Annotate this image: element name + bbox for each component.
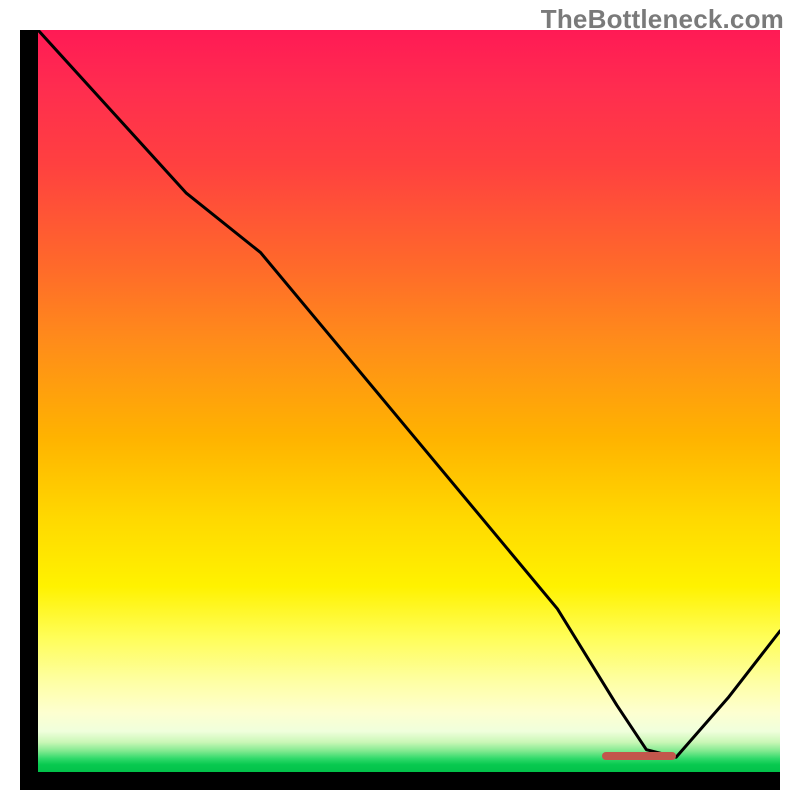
optimal-range-marker [602, 752, 676, 760]
chart-svg [38, 30, 780, 772]
chart-plot-area [38, 30, 780, 772]
chart-frame [20, 30, 780, 790]
bottleneck-curve [38, 30, 780, 757]
